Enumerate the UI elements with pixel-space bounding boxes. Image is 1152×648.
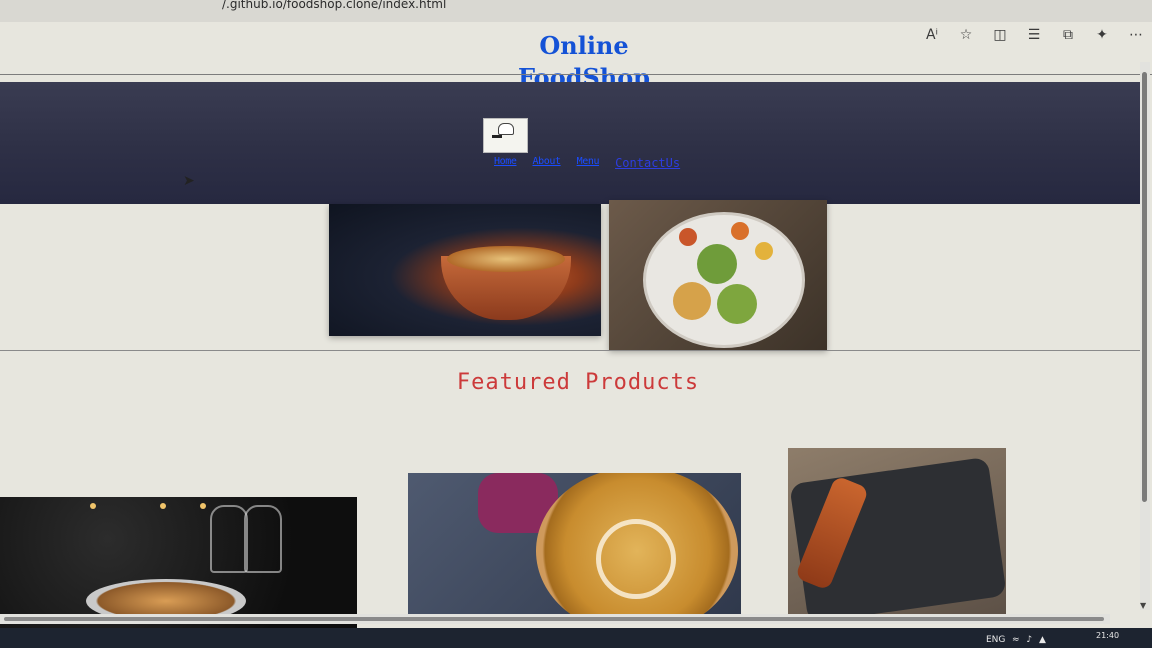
clock[interactable]: 21:40	[1096, 631, 1119, 640]
url-text[interactable]: /.github.io/foodshop.clone/index.html	[222, 0, 446, 11]
header-divider	[0, 74, 1152, 75]
wine-glass	[210, 505, 248, 573]
logo-bar	[492, 135, 502, 138]
main-nav: Home About Menu ContactUs	[494, 156, 680, 174]
nav-contactus-link[interactable]: ContactUs	[615, 156, 680, 174]
nav-menu-link[interactable]: Menu	[577, 156, 600, 174]
bokeh-light	[90, 503, 96, 509]
horizontal-scrollbar[interactable]	[0, 614, 1110, 624]
title-line-1: Online	[539, 31, 629, 60]
bokeh-light	[200, 503, 206, 509]
rice-shape	[447, 246, 565, 272]
thali-bowl	[679, 228, 697, 246]
scrollbar-thumb[interactable]	[1142, 72, 1147, 502]
scroll-down-arrow-icon[interactable]: ▼	[1140, 601, 1146, 610]
hero-image-biryani	[329, 204, 601, 336]
thali-bowl	[697, 244, 737, 284]
section-divider	[0, 350, 1140, 351]
wine-glass	[244, 505, 282, 573]
cream-swirl	[596, 519, 676, 599]
navbar	[0, 82, 1146, 204]
browser-address-bar[interactable]: /.github.io/foodshop.clone/index.html	[0, 0, 1152, 22]
featured-products-heading: Featured Products	[456, 370, 700, 395]
nav-home-link[interactable]: Home	[494, 156, 517, 174]
thali-bowl	[755, 242, 773, 260]
vertical-scrollbar[interactable]: ▼	[1140, 62, 1150, 610]
language-indicator[interactable]: ENG	[986, 635, 1005, 645]
mouse-cursor-icon: ➤	[183, 173, 195, 189]
product-image-dal-makhani[interactable]	[408, 473, 741, 623]
thali-bowl	[717, 284, 757, 324]
bokeh-light	[160, 503, 166, 509]
windows-taskbar	[0, 628, 1152, 648]
scrollbar-thumb[interactable]	[4, 617, 1104, 621]
thali-bowl	[731, 222, 749, 240]
chef-hat-icon	[498, 123, 514, 135]
site-logo[interactable]	[483, 118, 528, 153]
hero-image-thali	[609, 200, 827, 350]
nav-about-link[interactable]: About	[532, 156, 561, 174]
tray-icons[interactable]: ≈ ♪ ▲	[1012, 635, 1048, 645]
product-image-kebab[interactable]	[788, 448, 1006, 620]
thali-bowl	[673, 282, 711, 320]
